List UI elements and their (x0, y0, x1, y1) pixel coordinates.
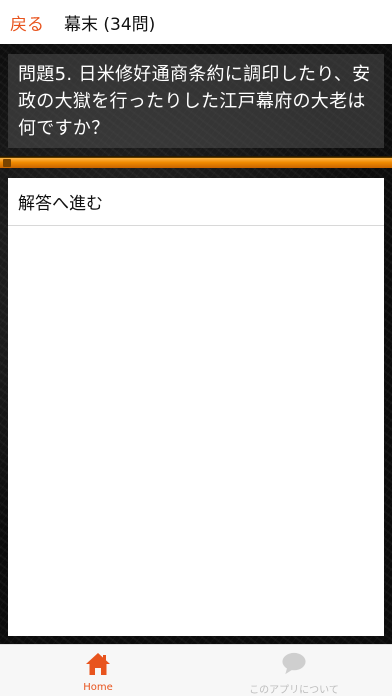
progress-marker (3, 159, 11, 167)
progress-bar (0, 156, 392, 168)
nav-header: 戻る 幕末 (34問) (0, 0, 392, 44)
tab-bar: Home このアプリについて (0, 644, 392, 696)
page-title: 幕末 (34問) (64, 14, 156, 35)
chat-bubble-icon (282, 652, 306, 675)
tab-home[interactable]: Home (0, 645, 196, 696)
tab-about[interactable]: このアプリについて (196, 645, 392, 696)
progress-fill (0, 158, 392, 168)
tab-about-label: このアプリについて (249, 685, 339, 696)
main-content: 問題5. 日米修好通商条約に調印したり、安政の大獄を行ったりした江戸幕府の大老は… (0, 44, 392, 644)
answer-panel: 解答へ進む (8, 178, 384, 636)
question-text: 問題5. 日米修好通商条約に調印したり、安政の大獄を行ったりした江戸幕府の大老は… (8, 54, 384, 148)
home-icon (86, 653, 110, 675)
tab-home-label: Home (83, 682, 113, 693)
show-answer-button[interactable]: 解答へ進む (8, 178, 384, 226)
back-button[interactable]: 戻る (10, 10, 44, 35)
